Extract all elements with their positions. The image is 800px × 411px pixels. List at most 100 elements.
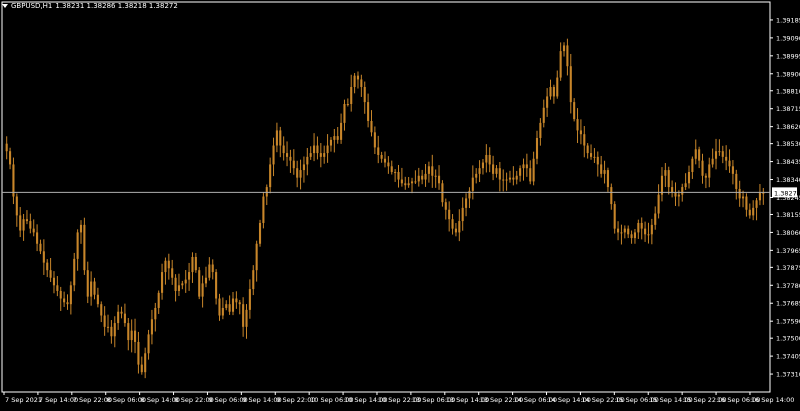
candle-body[interactable] xyxy=(164,260,167,273)
candle-body[interactable] xyxy=(272,145,275,165)
candle-body[interactable] xyxy=(431,166,434,176)
candle-body[interactable] xyxy=(721,151,724,157)
candle-body[interactable] xyxy=(279,130,282,146)
candle-body[interactable] xyxy=(603,170,606,174)
candle-body[interactable] xyxy=(130,330,133,341)
candle-body[interactable] xyxy=(66,302,69,305)
candle-body[interactable] xyxy=(248,289,251,310)
candle-body[interactable] xyxy=(208,264,211,278)
candle-body[interactable] xyxy=(282,145,285,154)
candle-body[interactable] xyxy=(390,166,393,172)
candle-body[interactable] xyxy=(198,270,201,297)
price-chart[interactable]: 1.382721.391851.390901.389951.389001.388… xyxy=(0,0,800,407)
candle-body[interactable] xyxy=(630,234,633,239)
candle-body[interactable] xyxy=(522,164,525,169)
candle-body[interactable] xyxy=(448,209,451,220)
candle-body[interactable] xyxy=(444,202,447,210)
candle-body[interactable] xyxy=(73,258,76,286)
candle-body[interactable] xyxy=(336,136,339,140)
candle-body[interactable] xyxy=(181,283,184,286)
candle-body[interactable] xyxy=(762,192,765,194)
candle-body[interactable] xyxy=(623,228,626,233)
candle-body[interactable] xyxy=(708,164,711,178)
candle-body[interactable] xyxy=(29,221,32,229)
candle-body[interactable] xyxy=(370,120,373,133)
candle-body[interactable] xyxy=(725,156,728,161)
candle-body[interactable] xyxy=(188,272,191,280)
candle-body[interactable] xyxy=(343,103,346,123)
candle-body[interactable] xyxy=(242,304,245,327)
candle-body[interactable] xyxy=(586,145,589,154)
candle-body[interactable] xyxy=(519,168,522,176)
candle-body[interactable] xyxy=(171,268,174,278)
candle-body[interactable] xyxy=(485,154,488,163)
candle-body[interactable] xyxy=(59,290,62,299)
candle-body[interactable] xyxy=(481,162,485,169)
candle-body[interactable] xyxy=(137,341,140,365)
candle-body[interactable] xyxy=(123,313,126,324)
candle-body[interactable] xyxy=(755,200,758,208)
candle-body[interactable] xyxy=(704,175,707,178)
candle-body[interactable] xyxy=(46,262,49,271)
candle-body[interactable] xyxy=(201,283,204,297)
candle-body[interactable] xyxy=(204,277,208,284)
candle-body[interactable] xyxy=(711,158,714,165)
candle-body[interactable] xyxy=(573,102,576,120)
candle-body[interactable] xyxy=(593,156,596,158)
candle-body[interactable] xyxy=(718,151,721,153)
candle-body[interactable] xyxy=(731,166,734,174)
candle-body[interactable] xyxy=(32,228,35,233)
candle-body[interactable] xyxy=(333,136,336,140)
candle-body[interactable] xyxy=(714,151,718,159)
candle-body[interactable] xyxy=(252,270,255,290)
candle-body[interactable] xyxy=(417,175,420,182)
candle-body[interactable] xyxy=(329,139,333,146)
candle-body[interactable] xyxy=(313,145,316,154)
candle-body[interactable] xyxy=(42,251,45,263)
candle-body[interactable] xyxy=(191,256,194,273)
candle-body[interactable] xyxy=(296,168,299,178)
candle-body[interactable] xyxy=(79,224,83,233)
candle-body[interactable] xyxy=(758,192,761,201)
candle-body[interactable] xyxy=(559,51,562,78)
candle-body[interactable] xyxy=(302,164,305,171)
candle-body[interactable] xyxy=(269,164,272,188)
candle-body[interactable] xyxy=(738,188,741,199)
candle-body[interactable] xyxy=(52,277,56,286)
candle-body[interactable] xyxy=(262,196,265,223)
candle-body[interactable] xyxy=(323,153,326,157)
candle-body[interactable] xyxy=(255,243,258,271)
candle-body[interactable] xyxy=(654,213,657,225)
candle-body[interactable] xyxy=(133,330,137,342)
candle-body[interactable] xyxy=(748,209,751,216)
candle-body[interactable] xyxy=(617,228,620,233)
candle-body[interactable] xyxy=(728,160,731,167)
candle-body[interactable] xyxy=(610,187,613,205)
candle-body[interactable] xyxy=(745,196,748,210)
candle-body[interactable] xyxy=(184,279,187,284)
candle-body[interactable] xyxy=(221,307,224,316)
candle-body[interactable] xyxy=(5,143,8,152)
candle-body[interactable] xyxy=(96,294,99,305)
candle-body[interactable] xyxy=(353,75,356,87)
candle-body[interactable] xyxy=(228,304,231,312)
candle-body[interactable] xyxy=(275,130,278,146)
candle-body[interactable] xyxy=(569,66,572,103)
candle-body[interactable] xyxy=(606,170,609,188)
candle-body[interactable] xyxy=(508,177,512,180)
candle-body[interactable] xyxy=(492,164,495,174)
candle-body[interactable] xyxy=(664,170,667,176)
candle-body[interactable] xyxy=(83,224,86,271)
candle-body[interactable] xyxy=(698,149,701,161)
candle-body[interactable] xyxy=(627,228,630,235)
candle-body[interactable] xyxy=(427,166,430,174)
candle-body[interactable] xyxy=(451,219,454,229)
candle-body[interactable] xyxy=(505,179,508,181)
candle-body[interactable] xyxy=(387,162,390,167)
candle-body[interactable] xyxy=(532,158,535,182)
candle-body[interactable] xyxy=(515,175,518,180)
candle-body[interactable] xyxy=(144,353,147,373)
candle-body[interactable] xyxy=(225,304,228,308)
candle-body[interactable] xyxy=(218,298,221,316)
candle-body[interactable] xyxy=(177,285,181,291)
